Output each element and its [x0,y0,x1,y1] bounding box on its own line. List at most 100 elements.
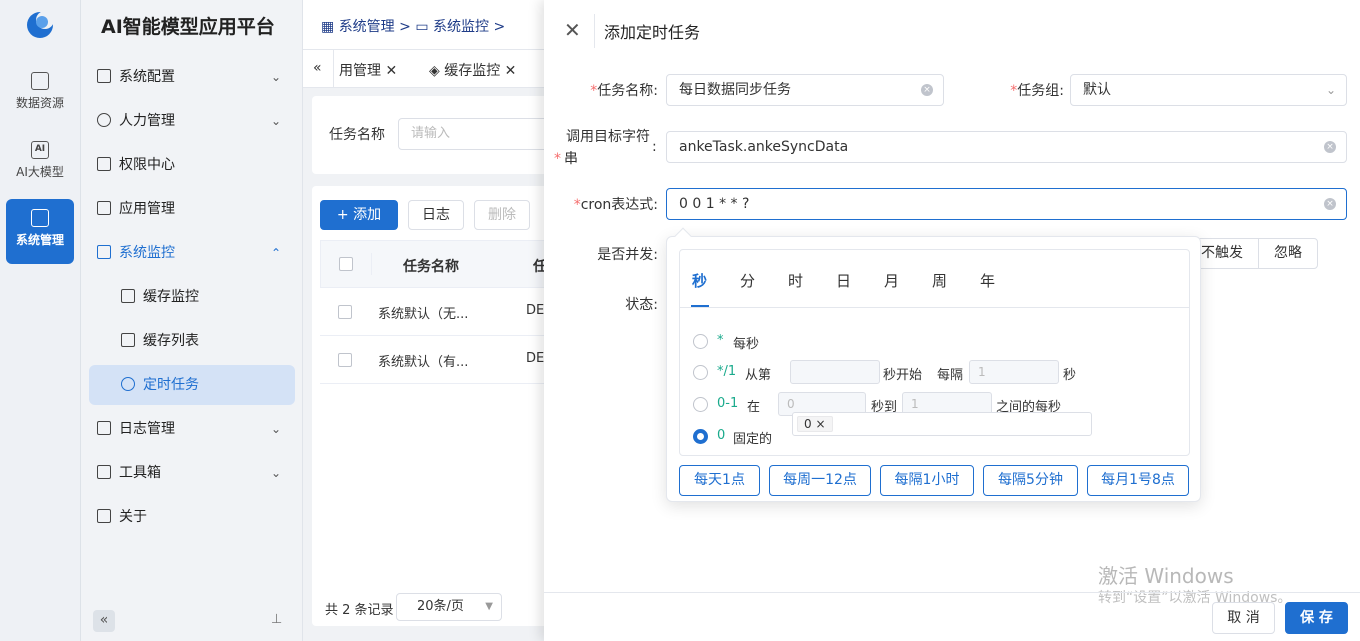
cron-label: *cron表达式: [573,197,658,213]
tabs-scroll-left-icon[interactable]: « [313,60,322,76]
option-code: 0-1 [717,396,739,411]
search-card: 任务名称 请输入 [312,96,568,174]
cell-task-name: 系统默认（无... [378,307,469,322]
monitor-icon: ▭ [415,19,434,35]
rail-item-system-management[interactable]: 系统管理 [6,199,74,264]
monitor-icon [97,245,111,259]
total-records: 共 2 条记录 [325,603,394,618]
divider [371,253,372,275]
interval-step-input[interactable]: 1 [969,360,1059,384]
quick-hourly-button[interactable]: 每隔1小时 [880,465,974,496]
grid-icon: ▦ [321,19,339,35]
system-icon [31,209,49,227]
interval-start-input[interactable] [790,360,880,384]
option-label: 秒 [1063,368,1077,383]
tab-second[interactable]: 秒 [692,270,707,291]
task-name-input[interactable]: 每日数据同步任务 × [666,74,944,106]
menu-item-permissions[interactable]: 权限中心 [81,143,303,187]
windows-activation-watermark: 激活 Windows [1098,564,1234,588]
divider [594,14,595,48]
tab-week[interactable]: 周 [932,270,947,291]
lock-icon [97,157,111,171]
menu-item-app-management[interactable]: 应用管理 [81,187,303,231]
task-name-search-input[interactable]: 请输入 [398,118,568,150]
delete-button[interactable]: 删除 [474,200,530,230]
table-header: 任务名称 任 [320,240,560,288]
chevron-down-icon: ⌄ [270,422,281,436]
menu-item-toolbox[interactable]: 工具箱 ⌄ [81,451,303,495]
quick-every-5min-button[interactable]: 每隔5分钟 [983,465,1078,496]
clear-icon[interactable]: × [921,84,933,96]
menu-footer: « ⊥ [81,600,303,640]
page-tabs: « 用管理 ✕ ◈ 缓存监控 ✕ [303,50,563,88]
quick-monday-noon-button[interactable]: 每周一12点 [769,465,871,496]
close-icon[interactable]: ✕ [505,63,517,79]
rail-item-data-resources[interactable]: 数据资源 [6,62,74,124]
database-icon [31,72,49,90]
quick-monthly-button[interactable]: 每月1号8点 [1087,465,1189,496]
radio-range[interactable] [693,397,708,412]
clear-icon[interactable]: × [1324,198,1336,210]
app-title: AI智能模型应用平台 [101,16,275,38]
menu-item-log-management[interactable]: 日志管理 ⌄ [81,407,303,451]
tab-minute[interactable]: 分 [740,270,755,291]
menu-item-system-config[interactable]: 系统配置 ⌄ [81,55,303,99]
pin-icon[interactable]: ⊥ [271,612,282,627]
invoke-target-colon: : [652,139,657,155]
grid-icon [97,69,111,83]
menu-item-cache-list[interactable]: 缓存列表 [81,319,303,363]
quick-daily-1am-button[interactable]: 每天1点 [679,465,760,496]
apps-icon [97,201,111,215]
misfire-no-trigger-button[interactable]: 不触发 [1195,239,1259,268]
tab-month[interactable]: 月 [884,270,899,291]
option-code: 0 [717,428,726,443]
table-row[interactable]: 系统默认（无... DE [320,288,560,336]
invoke-target-input[interactable]: ankeTask.ankeSyncData × [666,131,1347,163]
row-checkbox[interactable] [338,353,352,367]
menu-item-scheduled-tasks[interactable]: 定时任务 [89,365,295,405]
breadcrumb-item[interactable]: 系统管理 [339,19,395,35]
row-checkbox[interactable] [338,305,352,319]
selected-value-tag: 0 × [797,416,833,432]
layers-icon [121,289,135,303]
close-icon[interactable]: ✕ [564,18,581,42]
clear-icon[interactable]: × [1324,141,1336,153]
page-size-select[interactable]: 20条/页 ▼ [396,593,502,621]
rail-item-ai-model[interactable]: AI AI大模型 [6,131,74,193]
tab-day[interactable]: 日 [836,270,851,291]
table-card: + 添加 日志 删除 任务名称 任 系统默认（无... DE 系统默认（有...… [312,186,560,626]
chevron-up-icon: ⌃ [270,246,281,260]
tag-close-icon[interactable]: × [815,417,825,431]
menu-item-cache-monitor[interactable]: 缓存监控 [81,275,303,319]
radio-fixed[interactable] [693,429,708,444]
misfire-ignore-button[interactable]: 忽略 [1259,239,1317,268]
tab-app-management[interactable]: 用管理 ✕ [339,60,397,80]
chevron-down-icon: ⌄ [270,114,281,128]
close-icon[interactable]: ✕ [385,63,397,79]
save-button[interactable]: 保 存 [1285,602,1348,634]
cancel-button[interactable]: 取 消 [1212,602,1275,634]
fixed-values-select[interactable]: 0 × [792,412,1092,436]
cron-expression-input[interactable]: 0 0 1 * * ? × [666,188,1347,220]
add-button[interactable]: + 添加 [320,200,398,230]
task-group-select[interactable]: 默认 ⌄ [1070,74,1347,106]
breadcrumb-item[interactable]: 系统监控 [433,19,489,35]
chevron-down-icon: ⌄ [270,70,281,84]
tab-hour[interactable]: 时 [788,270,803,291]
option-label: 在 [747,400,761,415]
column-header-task-name[interactable]: 任务名称 [403,256,459,276]
radio-interval[interactable] [693,365,708,380]
table-row[interactable]: 系统默认（有... DE [320,336,560,384]
option-label: 每隔 [937,368,964,383]
radio-every-second[interactable] [693,334,708,349]
tab-year[interactable]: 年 [980,270,995,291]
select-all-checkbox[interactable] [339,257,353,271]
menu-item-system-monitor[interactable]: 系统监控 ⌃ [81,231,303,275]
collapse-menu-icon[interactable]: « [93,610,115,632]
menu-item-about[interactable]: 关于 [81,495,303,539]
tab-cache-monitor[interactable]: ◈ 缓存监控 ✕ [429,60,516,80]
menu-item-hr[interactable]: 人力管理 ⌄ [81,99,303,143]
log-button[interactable]: 日志 [408,200,464,230]
cron-editor-popover: 秒 分 时 日 月 周 年 * 每秒 */1 从第 秒开始 每隔 1 秒 0-1… [666,227,1201,502]
drawer-footer: 取 消 保 存 [544,592,1360,641]
